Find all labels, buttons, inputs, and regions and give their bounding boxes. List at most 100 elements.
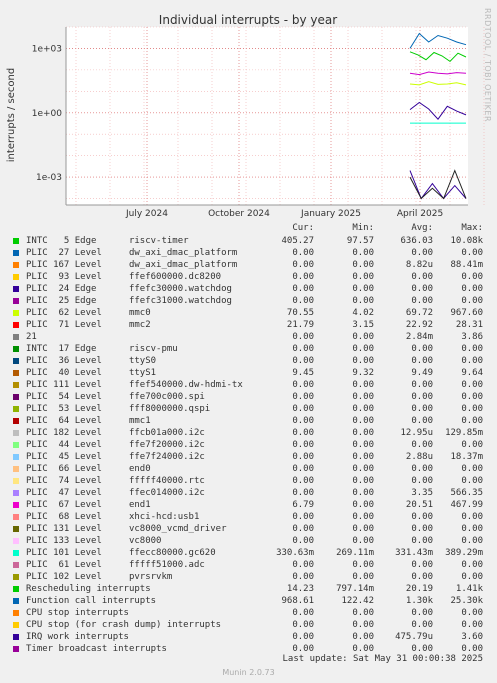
legend-row: PLIC 93 Level ffef600000.dc8200 0.00 0.00 0… [13, 271, 497, 283]
legend-label: PLIC 44 Level ffe7f20000.i2c [26, 440, 205, 450]
legend-min-value: 0.00 [352, 428, 374, 438]
legend-row: PLIC 36 Level ttyS0 0.00 0.00 0.00 0.00 [13, 355, 497, 367]
legend-swatch [13, 262, 19, 268]
legend-row: PLIC 54 Level ffe700c000.spi 0.00 0.00 0.00… [13, 391, 497, 403]
legend-row: PLIC 67 Level end1 6.79 0.00 20.51 467.99 [13, 499, 497, 511]
legend-max-value: 967.60 [450, 308, 483, 318]
legend-swatch [13, 574, 19, 580]
legend-swatch [13, 358, 19, 364]
legend-label: PLIC 133 Level vc8000 [26, 536, 162, 546]
legend-swatch [13, 238, 19, 244]
legend-label: Timer broadcast interrupts [26, 644, 167, 654]
legend-swatch [13, 598, 19, 604]
legend-max-value: 0.00 [461, 512, 483, 522]
legend-swatch [13, 526, 19, 532]
plot-background [66, 27, 468, 205]
legend-label: PLIC 93 Level ffef600000.dc8200 [26, 272, 222, 282]
legend-row: PLIC 71 Level mmc2 21.79 3.15 22.92 28.31 [13, 319, 497, 331]
legend-row: PLIC 47 Level ffec014000.i2c 0.00 0.00 3.35… [13, 487, 497, 499]
legend-min-value: 97.57 [346, 236, 374, 246]
legend-max-value: 0.00 [461, 464, 483, 474]
legend-min-value: 122.42 [341, 596, 374, 606]
legend-max-value: 88.41m [450, 260, 483, 270]
legend-cur-value: 0.00 [292, 560, 314, 570]
legend-max-value: 0.00 [461, 380, 483, 390]
legend-row: PLIC 45 Level ffe7f24000.i2c 0.00 0.00 2.88… [13, 451, 497, 463]
legend-label: PLIC 62 Level mmc0 [26, 308, 151, 318]
legend-row: PLIC 25 Edge ffefc31000.watchdog 0.00 0.00… [13, 295, 497, 307]
legend-row: PLIC 53 Level fff8000000.qspi 0.00 0.00 0.0… [13, 403, 497, 415]
legend-swatch [13, 346, 19, 352]
legend-row: PLIC 182 Level ffcb01a000.i2c 0.00 0.00 12.… [13, 427, 497, 439]
legend-min-value: 0.00 [352, 620, 374, 630]
legend-swatch [13, 394, 19, 400]
legend-label: PLIC 45 Level ffe7f24000.i2c [26, 452, 205, 462]
legend-label: PLIC 47 Level ffec014000.i2c [26, 488, 205, 498]
legend-swatch [13, 430, 19, 436]
legend-label: CPU stop (for crash dump) interrupts [26, 620, 222, 630]
legend-min-value: 0.00 [352, 416, 374, 426]
legend-row: PLIC 133 Level vc8000 0.00 0.00 0.00 0.00 [13, 535, 497, 547]
legend-label: PLIC 25 Edge ffefc31000.watchdog [26, 296, 232, 306]
legend-swatch [13, 478, 19, 484]
legend-cur-value: 0.00 [292, 512, 314, 522]
legend-min-value: 269.11m [336, 548, 374, 558]
legend-cur-value: 6.79 [292, 500, 314, 510]
legend-max-value: 28.31 [455, 320, 483, 330]
legend-min-value: 0.00 [352, 632, 374, 642]
legend-swatch [13, 250, 19, 256]
legend-min-value: 0.00 [352, 608, 374, 618]
legend-swatch [13, 502, 19, 508]
legend-label: PLIC 64 Level mmc1 [26, 416, 151, 426]
legend-row: PLIC 27 Level dw_axi_dmac_platform 0.00 0.… [13, 247, 497, 259]
legend-label: PLIC 131 Level vc8000_vcmd_driver [26, 524, 227, 534]
legend-label: IRQ work interrupts [26, 632, 129, 642]
legend-cur-value: 0.00 [292, 476, 314, 486]
legend-swatch [13, 538, 19, 544]
legend-swatch [13, 334, 19, 340]
legend-min-value: 797.14m [336, 584, 374, 594]
legend-row: PLIC 74 Level fffff40000.rtc 0.00 0.00 0.00… [13, 475, 497, 487]
y-tick-label: 1e+00 [32, 109, 63, 119]
legend-label: PLIC 36 Level ttyS0 [26, 356, 157, 366]
col-cur-header: Cur: [292, 223, 314, 233]
legend-cur-value: 0.00 [292, 392, 314, 402]
legend-row: PLIC 62 Level mmc0 70.55 4.02 69.72 967.60 [13, 307, 497, 319]
legend-label: PLIC 67 Level end1 [26, 500, 151, 510]
x-tick-label: October 2024 [208, 209, 270, 219]
legend-row: CPU stop interrupts 0.00 0.00 0.00 0.00 [13, 607, 497, 619]
legend-max-value: 0.00 [461, 560, 483, 570]
legend-label: PLIC 40 Level ttyS1 [26, 368, 157, 378]
legend-max-value: 3.60 [461, 632, 483, 642]
legend-max-value: 0.00 [461, 536, 483, 546]
legend-table: INTC 5 Edge riscv-timer 405.27 97.57 636.03… [13, 235, 497, 655]
x-tick-label: July 2024 [125, 209, 168, 219]
legend-swatch [13, 466, 19, 472]
legend-row: Function call interrupts 968.61 122.42 1.30… [13, 595, 497, 607]
legend-swatch [13, 442, 19, 448]
legend-label: PLIC 54 Level ffe700c000.spi [26, 392, 205, 402]
legend-min-value: 0.00 [352, 476, 374, 486]
legend-label: 21 [26, 332, 37, 342]
legend-min-value: 0.00 [352, 356, 374, 366]
legend-min-value: 0.00 [352, 452, 374, 462]
legend-cur-value: 0.00 [292, 380, 314, 390]
legend-cur-value: 0.00 [292, 272, 314, 282]
legend-cur-value: 0.00 [292, 524, 314, 534]
legend-min-value: 0.00 [352, 248, 374, 258]
legend-label: Function call interrupts [26, 596, 157, 606]
legend-max-value: 9.64 [461, 368, 483, 378]
legend-min-value: 0.00 [352, 272, 374, 282]
legend-cur-value: 968.61 [281, 596, 314, 606]
col-max-header: Max: [461, 223, 483, 233]
legend-swatch [13, 310, 19, 316]
legend-max-value: 0.00 [461, 476, 483, 486]
legend-label: PLIC 74 Level fffff40000.rtc [26, 476, 205, 486]
legend-swatch [13, 622, 19, 628]
legend-cur-value: 0.00 [292, 356, 314, 366]
legend-max-value: 0.00 [461, 284, 483, 294]
legend-label: PLIC 182 Level ffcb01a000.i2c [26, 428, 205, 438]
legend-min-value: 0.00 [352, 344, 374, 354]
x-tick-label: January 2025 [300, 209, 361, 219]
legend-swatch [13, 550, 19, 556]
